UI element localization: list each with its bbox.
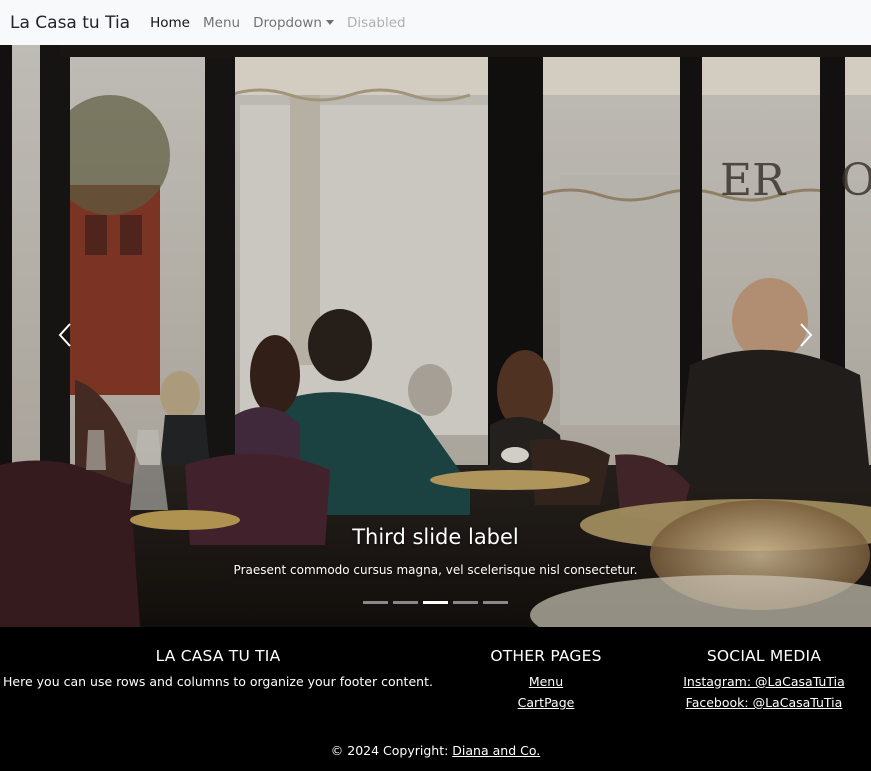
- footer-about: LA CASA TU TIA Here you can use rows and…: [0, 647, 436, 689]
- carousel-indicator[interactable]: [363, 601, 388, 604]
- footer-about-text: Here you can use rows and columns to org…: [3, 674, 433, 689]
- carousel-indicator[interactable]: [483, 601, 508, 604]
- footer-copyright: © 2024 Copyright: Diana and Co.: [0, 743, 871, 758]
- copyright-link[interactable]: Diana and Co.: [452, 743, 540, 758]
- footer-pages: OTHER PAGES Menu CartPage: [466, 647, 626, 716]
- nav-link-menu[interactable]: Menu: [203, 15, 240, 31]
- footer-about-title: LA CASA TU TIA: [155, 647, 281, 665]
- nav-dropdown-toggle[interactable]: Dropdown: [253, 15, 334, 31]
- caret-down-icon: [325, 20, 334, 25]
- carousel-indicator-active[interactable]: [423, 601, 448, 604]
- footer: LA CASA TU TIA Here you can use rows and…: [0, 627, 871, 771]
- carousel-prev-button[interactable]: [45, 310, 85, 360]
- navbar-brand[interactable]: La Casa tu Tia: [10, 13, 130, 33]
- carousel-caption-title: Third slide label: [352, 525, 519, 549]
- footer-social: SOCIAL MEDIA Instagram: @LaCasaTuTia Fac…: [670, 647, 858, 716]
- navbar: La Casa tu Tia Home Menu Dropdown Disabl…: [0, 0, 871, 45]
- footer-pages-title: OTHER PAGES: [490, 647, 602, 665]
- copyright-text: © 2024 Copyright:: [330, 743, 453, 758]
- chevron-right-icon: [800, 323, 813, 347]
- carousel-indicator[interactable]: [393, 601, 418, 604]
- footer-social-title: SOCIAL MEDIA: [706, 647, 822, 665]
- footer-link-cartpage[interactable]: CartPage: [466, 695, 626, 710]
- carousel-caption-text: Praesent commodo cursus magna, vel scele…: [233, 563, 638, 577]
- nav-dropdown-label: Dropdown: [253, 14, 322, 31]
- nav-link-disabled: Disabled: [346, 14, 406, 31]
- carousel-indicator[interactable]: [453, 601, 478, 604]
- carousel-indicators: [363, 601, 513, 604]
- chevron-left-icon: [58, 323, 71, 347]
- footer-link-facebook[interactable]: Facebook: @LaCasaTuTia: [670, 695, 858, 710]
- carousel: ER O Third slide label Praesent commodo …: [0, 45, 871, 627]
- footer-link-instagram[interactable]: Instagram: @LaCasaTuTia: [670, 674, 858, 689]
- footer-link-menu[interactable]: Menu: [466, 674, 626, 689]
- nav-link-home[interactable]: Home: [150, 15, 190, 31]
- carousel-next-button[interactable]: [786, 310, 826, 360]
